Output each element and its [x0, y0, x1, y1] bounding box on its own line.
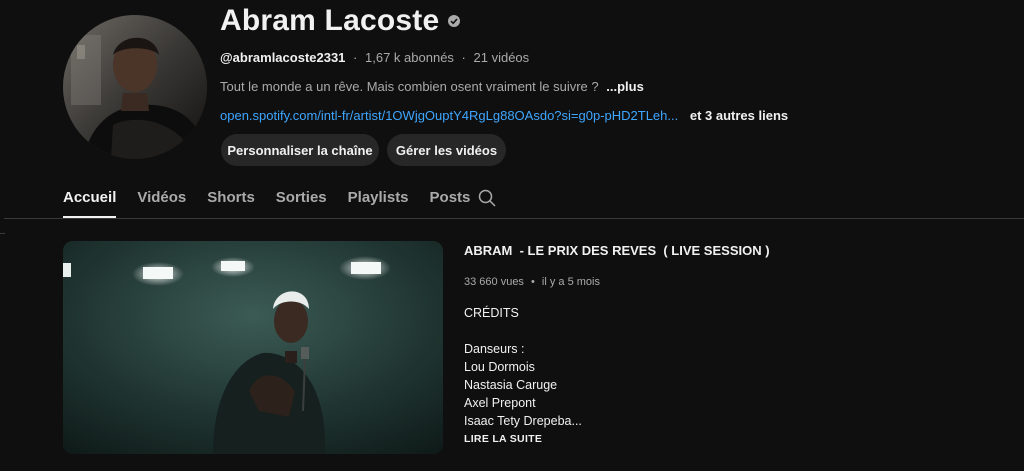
channel-name-row: Abram Lacoste — [220, 4, 461, 38]
subscriber-count: 1,67 k abonnés — [365, 50, 454, 65]
verified-icon — [447, 14, 461, 28]
tab-home[interactable]: Accueil — [63, 184, 117, 218]
divider-stub — [0, 233, 5, 234]
channel-links: open.spotify.com/intl-fr/artist/1OWjgOup… — [220, 108, 788, 123]
manage-videos-button[interactable]: Gérer les vidéos — [387, 134, 506, 166]
view-count: 33 660 vues — [464, 276, 524, 288]
tabs-divider — [4, 218, 1024, 219]
video-description-line: Isaac Tety Drepeba... — [464, 414, 582, 428]
video-description-line: Axel Prepont — [464, 396, 536, 410]
video-count: 21 vidéos — [473, 50, 530, 65]
meta-separator: • — [531, 276, 535, 288]
description-text: Tout le monde a un rêve. Mais combien os… — [220, 79, 599, 94]
featured-video-title[interactable]: ABRAM - LE PRIX DES REVES ( LIVE SESSION… — [464, 243, 770, 258]
spotify-link[interactable]: open.spotify.com/intl-fr/artist/1OWjgOup… — [220, 108, 678, 123]
search-icon[interactable] — [477, 188, 497, 208]
channel-name: Abram Lacoste — [220, 4, 440, 37]
video-description-line: Lou Dormois — [464, 360, 535, 374]
featured-video-thumbnail[interactable] — [63, 241, 443, 454]
channel-tabs: Accueil Vidéos Shorts Sorties Playlists … — [63, 184, 491, 218]
upload-age: il y a 5 mois — [541, 276, 600, 288]
channel-meta: @abramlacoste2331 · 1,67 k abonnés · 21 … — [220, 50, 529, 65]
meta-separator: · — [353, 50, 358, 65]
channel-avatar[interactable] — [63, 15, 207, 159]
featured-video-meta: 33 660 vues • il y a 5 mois — [464, 276, 600, 288]
customize-channel-button[interactable]: Personnaliser la chaîne — [221, 134, 379, 166]
tab-releases[interactable]: Sorties — [276, 184, 327, 218]
tab-posts[interactable]: Posts — [430, 184, 471, 218]
channel-description[interactable]: Tout le monde a un rêve. Mais combien os… — [220, 79, 644, 94]
tab-shorts[interactable]: Shorts — [207, 184, 255, 218]
avatar-image — [63, 15, 207, 159]
video-description-line: Nastasia Caruge — [464, 378, 558, 392]
video-thumbnail-image — [63, 241, 443, 454]
read-more-link[interactable]: LIRE LA SUITE — [464, 433, 542, 445]
video-description-line: Danseurs : — [464, 342, 525, 356]
tab-videos[interactable]: Vidéos — [137, 184, 186, 218]
video-description-line: CRÉDITS — [464, 306, 519, 320]
other-links-link[interactable]: et 3 autres liens — [690, 108, 788, 123]
tab-playlists[interactable]: Playlists — [348, 184, 409, 218]
channel-handle: @abramlacoste2331 — [220, 50, 346, 65]
meta-separator: · — [461, 50, 466, 65]
description-more-link[interactable]: ...plus — [606, 79, 644, 94]
